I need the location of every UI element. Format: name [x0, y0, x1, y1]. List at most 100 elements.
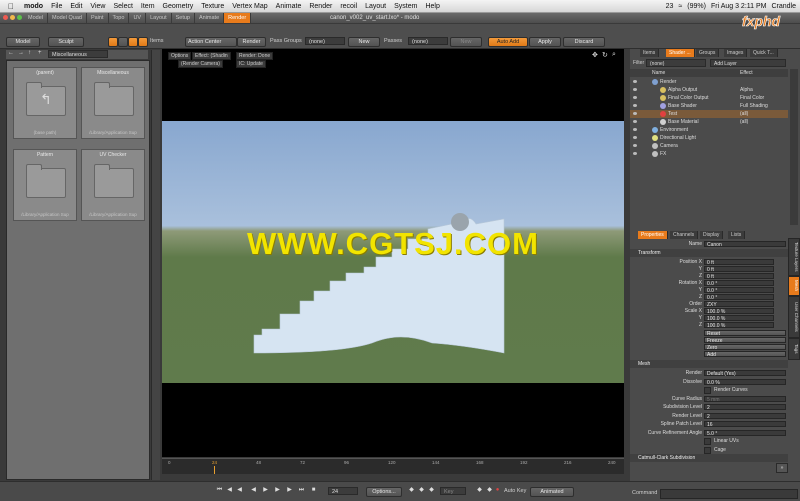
tab-lists[interactable]: Lists	[728, 231, 746, 239]
tab-quick[interactable]: Quick T...	[750, 49, 778, 57]
side-tab-tags[interactable]: Tags	[788, 338, 800, 360]
rotate-view-icon[interactable]: ↻	[602, 51, 608, 59]
close-icon[interactable]	[3, 15, 8, 20]
key-icon[interactable]: ◆	[486, 487, 493, 494]
mesh-value-field[interactable]: 0.0 %	[704, 378, 786, 386]
menu-item[interactable]: Item	[137, 3, 159, 10]
tab-topo[interactable]: Topo	[109, 13, 130, 23]
mesh-section-header[interactable]: Mesh	[630, 360, 788, 368]
go-to-end-icon[interactable]: ⏭	[298, 487, 305, 494]
menu-system[interactable]: System	[390, 3, 421, 10]
tab-shader-tree[interactable]: Shader ...	[666, 49, 695, 57]
apple-menu-icon[interactable]: 	[0, 2, 20, 11]
pass-groups-dropdown[interactable]: (none)	[305, 37, 345, 45]
tab-display[interactable]: Display	[700, 231, 724, 239]
shader-tree-row[interactable]: Base Material (all)	[630, 118, 788, 126]
side-tab-mesh[interactable]: Mesh	[788, 276, 800, 296]
key-diamond-icon[interactable]: ◆	[408, 487, 415, 494]
select-vertices-icon[interactable]	[108, 37, 118, 47]
filter-dropdown[interactable]: (none)	[646, 59, 706, 67]
shader-tree-row[interactable]: Environment	[630, 126, 788, 134]
key-field[interactable]: Key	[440, 487, 466, 495]
menu-view[interactable]: View	[86, 3, 109, 10]
next-key-icon[interactable]: ▶	[286, 487, 293, 494]
tab-model-quad[interactable]: Model Quad	[48, 13, 87, 23]
transform-action-button[interactable]: Add	[704, 351, 786, 358]
play-icon[interactable]: ▶	[262, 487, 269, 494]
transform-value-field[interactable]: 100.0 %	[704, 322, 774, 329]
tab-animate[interactable]: Animate	[195, 13, 225, 23]
record-icon[interactable]: ●	[494, 487, 501, 494]
mesh-value-field[interactable]: 5 mm	[704, 395, 786, 403]
visibility-eye-icon[interactable]	[633, 80, 637, 83]
checkbox[interactable]	[704, 438, 711, 445]
select-polygons-icon[interactable]	[128, 37, 138, 47]
next-frame-icon[interactable]: ▶	[274, 487, 281, 494]
tab-render[interactable]: Render	[224, 13, 252, 23]
zoom-view-icon[interactable]: ⌕	[612, 51, 616, 59]
checkbox[interactable]	[704, 446, 711, 454]
current-frame-field[interactable]: 24	[328, 487, 358, 495]
menu-select[interactable]: Select	[109, 3, 136, 10]
effect-dropdown[interactable]: Effect: (Shadin	[192, 52, 231, 60]
render-viewport[interactable]: Options Effect: (Shadin Render: Done (Re…	[162, 49, 624, 457]
mesh-value-field[interactable]: Default (Yes)	[704, 370, 786, 377]
tab-paint[interactable]: Paint	[87, 13, 109, 23]
tab-properties[interactable]: Properties	[638, 231, 668, 239]
auto-add-button[interactable]: Auto Add	[488, 37, 528, 47]
preset-tile-uv-checker[interactable]: UV Checker /Library/Application Sup	[81, 149, 145, 221]
shader-tree-row[interactable]: Camera	[630, 142, 788, 150]
move-view-icon[interactable]: ✥	[592, 51, 598, 59]
catmull-clark-section-header[interactable]: Catmull-Clark Subdivision	[630, 454, 788, 462]
select-items-icon[interactable]	[138, 37, 148, 47]
animated-dropdown[interactable]: Animated	[530, 487, 574, 497]
user-name[interactable]: Crandle	[771, 3, 796, 10]
mesh-value-field[interactable]: 16	[704, 421, 786, 428]
menu-help[interactable]: Help	[421, 3, 443, 10]
menu-file[interactable]: File	[47, 3, 66, 10]
add-icon[interactable]: +	[38, 50, 42, 56]
discard-button[interactable]: Discard	[563, 37, 605, 47]
viewport-options-button[interactable]: Options	[168, 52, 192, 60]
key-icon[interactable]: ◆	[476, 487, 483, 494]
visibility-eye-icon[interactable]	[633, 112, 637, 115]
shader-tree-row[interactable]: Render	[630, 78, 788, 86]
tab-model[interactable]: Model	[24, 13, 48, 23]
shader-tree-row[interactable]: Base Shader Full Shading	[630, 102, 788, 110]
apply-button[interactable]: Apply	[529, 37, 561, 47]
visibility-eye-icon[interactable]	[633, 128, 637, 131]
menu-edit[interactable]: Edit	[66, 3, 86, 10]
visibility-eye-icon[interactable]	[633, 104, 637, 107]
shader-tree-scrollbar[interactable]	[790, 69, 798, 225]
timeline-options-button[interactable]: Options...	[366, 487, 402, 497]
name-field[interactable]: Canon	[704, 241, 786, 248]
preset-tile-parent[interactable]: (parent) ↰ (base path)	[13, 67, 77, 139]
sculpt-button[interactable]: Sculpt	[48, 37, 84, 47]
new-pass-group-button[interactable]: New	[348, 37, 380, 47]
visibility-eye-icon[interactable]	[633, 96, 637, 99]
shader-tree-row[interactable]: Final Color Output Final Color	[630, 94, 788, 102]
browser-scrollbar[interactable]	[151, 50, 160, 480]
key-diamond-icon[interactable]: ◆	[418, 487, 425, 494]
checkbox[interactable]	[704, 387, 711, 394]
shader-tree-row[interactable]: Test (all)	[630, 110, 788, 118]
forward-arrow-icon[interactable]: →	[18, 50, 24, 56]
tab-items[interactable]: Items	[640, 49, 660, 57]
app-menu[interactable]: modo	[20, 3, 47, 10]
preset-tile-pattern[interactable]: Pattern /Library/Application Sup	[13, 149, 77, 221]
preset-path-dropdown[interactable]: Miscellaneous	[48, 50, 108, 58]
menu-geometry[interactable]: Geometry	[159, 3, 198, 10]
back-arrow-icon[interactable]: ←	[8, 50, 14, 56]
ic-update-dropdown[interactable]: IC: Update	[236, 60, 266, 68]
visibility-eye-icon[interactable]	[633, 144, 637, 147]
add-layer-dropdown[interactable]: Add Layer	[710, 59, 786, 67]
minimize-icon[interactable]	[10, 15, 15, 20]
side-tab-user-channels[interactable]: User Channels	[788, 296, 800, 338]
shader-tree-row[interactable]: FX	[630, 150, 788, 158]
render-camera-dropdown[interactable]: (Render Camera)	[178, 60, 223, 68]
tab-uv[interactable]: UV	[129, 13, 147, 23]
visibility-eye-icon[interactable]	[633, 136, 637, 139]
tab-channels[interactable]: Channels	[670, 231, 699, 239]
shader-tree-row[interactable]: Directional Light	[630, 134, 788, 142]
stop-icon[interactable]: ■	[310, 487, 317, 494]
